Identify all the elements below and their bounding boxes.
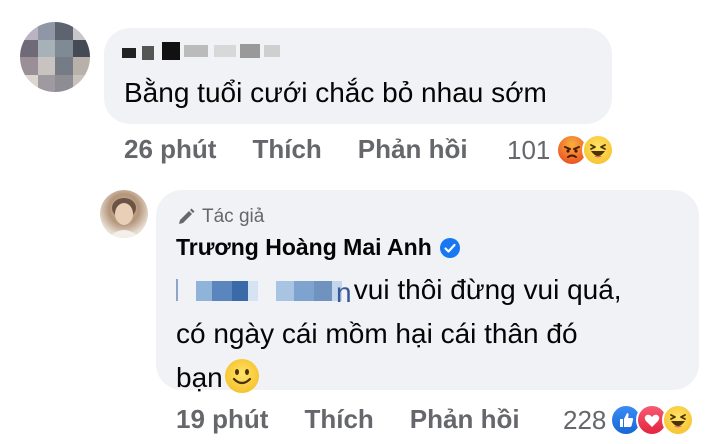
reply-reply-button[interactable]: Phản hồi <box>410 404 520 435</box>
reply-line-3: bạn <box>176 356 622 400</box>
comment-bubble: Bằng tuổi cưới chắc bỏ nhau sớm <box>104 28 612 124</box>
reply-line-1: n vui thôi đừng vui quá, <box>176 268 622 312</box>
laughing-icon <box>662 404 695 436</box>
like-button[interactable]: Thích <box>252 134 321 165</box>
author-avatar[interactable] <box>100 190 148 238</box>
reply-like-button[interactable]: Thích <box>304 404 373 435</box>
smile-emoji-icon <box>224 359 259 393</box>
reply-actions: 19 phút Thích Phản hồi <box>176 404 520 435</box>
reply-line-3-text: bạn <box>176 362 223 393</box>
comment-actions: 26 phút Thích Phản hồi <box>124 134 468 165</box>
reply-reaction-count: 228 <box>563 404 607 435</box>
reply-reactions[interactable]: 228 <box>563 404 695 436</box>
comment-text: Bằng tuổi cưới chắc bỏ nhau sớm <box>124 77 547 108</box>
reply-bubble: Tác giả Trương Hoàng Mai Anh n vui thôi … <box>156 190 699 393</box>
reaction-count: 101 <box>507 134 551 165</box>
author-badge: Tác giả <box>176 206 264 228</box>
redacted-mention[interactable]: n <box>176 277 352 308</box>
reply-text: n vui thôi đừng vui quá, có ngày cái mồm… <box>176 268 622 400</box>
comment-timestamp[interactable]: 26 phút <box>124 134 216 165</box>
commenter-avatar[interactable] <box>20 22 90 92</box>
mention-tail: n <box>336 277 352 308</box>
pencil-icon <box>179 208 195 224</box>
laughing-icon <box>582 134 615 166</box>
author-badge-label: Tác giả <box>202 206 265 227</box>
comment-thread: Bằng tuổi cưới chắc bỏ nhau sớm 26 phút … <box>0 0 720 444</box>
reply-timestamp[interactable]: 19 phút <box>176 404 268 435</box>
redacted-commenter-name[interactable] <box>122 42 280 60</box>
reply-button[interactable]: Phản hồi <box>358 134 468 165</box>
reply-line-1-text: vui thôi đừng vui quá, <box>346 274 622 305</box>
reply-line-2: có ngày cái mồm hại cái thân đó <box>176 318 578 349</box>
reply-author[interactable]: Trương Hoàng Mai Anh <box>176 234 460 261</box>
verified-badge-icon <box>439 237 460 258</box>
reply-author-name[interactable]: Trương Hoàng Mai Anh <box>176 234 432 261</box>
comment-reactions[interactable]: 101 <box>507 134 615 166</box>
